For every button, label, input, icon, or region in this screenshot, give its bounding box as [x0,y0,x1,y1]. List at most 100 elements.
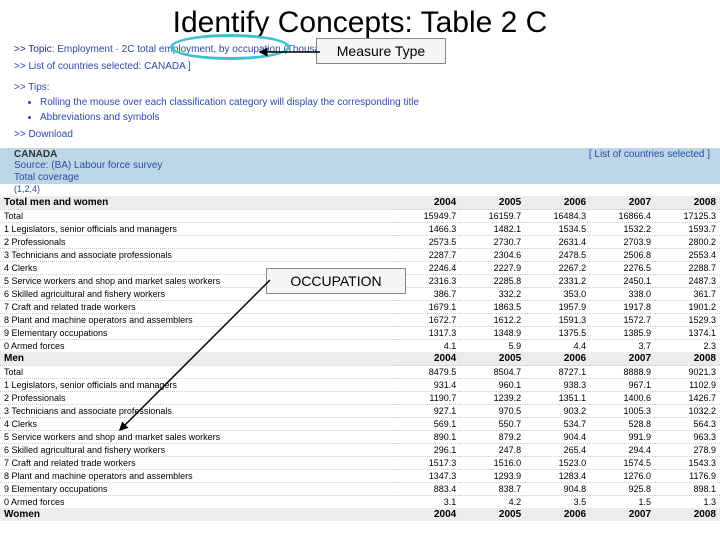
data-cell: 278.9 [655,444,720,457]
data-cell: 16159.7 [460,210,525,223]
data-cell: 890.1 [395,431,460,444]
year-header: 2005 [460,508,525,521]
data-cell: 294.4 [590,444,655,457]
data-cell: 879.2 [460,431,525,444]
data-cell: 2276.5 [590,262,655,275]
annotation-occupation: OCCUPATION [266,268,406,294]
data-cell: 1612.2 [460,314,525,327]
tip-item: Rolling the mouse over each classificati… [40,95,710,110]
year-header: 2008 [655,196,720,210]
row-label: Total [0,366,395,379]
data-cell: 247.8 [460,444,525,457]
data-cell: 1466.3 [395,223,460,236]
row-label: 4 Clerks [0,418,395,431]
data-cell: 2.3 [655,340,720,353]
annotation-measure-type: Measure Type [316,38,446,64]
data-cell: 883.4 [395,483,460,496]
section-header: Men [0,352,395,366]
data-cell: 3.7 [590,340,655,353]
data-cell: 1534.5 [525,223,590,236]
data-cell: 2450.1 [590,275,655,288]
row-label: 1 Legislators, senior officials and mana… [0,223,395,236]
breadcrumb-prefix: >> Topic: [14,44,54,55]
year-header: 2004 [395,196,460,210]
data-cell: 3.5 [525,496,590,509]
row-label: Total [0,210,395,223]
data-table: Total men and women20042005200620072008T… [0,196,720,521]
data-cell: 1176.9 [655,470,720,483]
data-cell: 938.3 [525,379,590,392]
data-cell: 1516.0 [460,457,525,470]
year-header: 2007 [590,508,655,521]
data-cell: 1102.9 [655,379,720,392]
section-header: Total men and women [0,196,395,210]
row-label: 2 Professionals [0,392,395,405]
data-cell: 1917.8 [590,301,655,314]
data-cell: 17125.3 [655,210,720,223]
row-label: 0 Armed forces [0,340,395,353]
country-link[interactable]: CANADA [144,61,185,72]
year-header: 2004 [395,508,460,521]
data-cell: 1283.4 [525,470,590,483]
data-cell: 534.7 [525,418,590,431]
data-cell: 1482.1 [460,223,525,236]
data-cell: 353.0 [525,288,590,301]
tip-item: Abbreviations and symbols [40,110,710,125]
row-label: 8 Plant and machine operators and assemb… [0,470,395,483]
data-cell: 2478.5 [525,249,590,262]
data-cell: 2487.3 [655,275,720,288]
data-cell: 963.3 [655,431,720,444]
data-cell: 2506.8 [590,249,655,262]
row-label: 9 Elementary occupations [0,483,395,496]
row-label: 0 Armed forces [0,496,395,509]
data-cell: 1863.5 [460,301,525,314]
data-cell: 904.8 [525,483,590,496]
data-cell: 8504.7 [460,366,525,379]
data-cell: 970.5 [460,405,525,418]
year-header: 2007 [590,352,655,366]
row-label: 6 Skilled agricultural and fishery worke… [0,444,395,457]
data-cell: 2304.6 [460,249,525,262]
data-cell: 2573.5 [395,236,460,249]
data-cell: 1317.3 [395,327,460,340]
data-cell: 1190.7 [395,392,460,405]
data-cell: 1.3 [655,496,720,509]
data-cell: 931.4 [395,379,460,392]
data-cell: 1.5 [590,496,655,509]
highlight-circle [170,34,290,60]
data-cell: 8727.1 [525,366,590,379]
data-cell: 8888.9 [590,366,655,379]
data-cell: 1348.9 [460,327,525,340]
data-cell: 1672.7 [395,314,460,327]
data-cell: 265.4 [525,444,590,457]
year-header: 2008 [655,508,720,521]
data-cell: 1523.0 [525,457,590,470]
year-header: 2008 [655,352,720,366]
year-header: 2006 [525,196,590,210]
row-label: 3 Technicians and associate professional… [0,405,395,418]
data-cell: 569.1 [395,418,460,431]
data-cell: 332.2 [460,288,525,301]
data-cell: 960.1 [460,379,525,392]
data-cell: 1543.3 [655,457,720,470]
data-cell: 925.8 [590,483,655,496]
row-label: 3 Technicians and associate professional… [0,249,395,262]
download-link[interactable]: >> Download [14,129,73,140]
tips-list: Rolling the mouse over each classificati… [0,95,720,125]
data-cell: 1679.1 [395,301,460,314]
data-cell: 1426.7 [655,392,720,405]
data-cell: 16484.3 [525,210,590,223]
data-cell: 2331.2 [525,275,590,288]
slide-title: Identify Concepts: Table 2 C [0,0,720,42]
data-cell: 3.1 [395,496,460,509]
data-cell: 2800.2 [655,236,720,249]
data-cell: 2631.4 [525,236,590,249]
data-cell: 1239.2 [460,392,525,405]
data-cell: 1572.7 [590,314,655,327]
year-header: 2004 [395,352,460,366]
data-cell: 1032.2 [655,405,720,418]
list-countries-link[interactable]: [ List of countries selected ] [589,149,710,160]
data-cell: 904.4 [525,431,590,444]
data-cell: 2227.9 [460,262,525,275]
data-cell: 15949.7 [395,210,460,223]
